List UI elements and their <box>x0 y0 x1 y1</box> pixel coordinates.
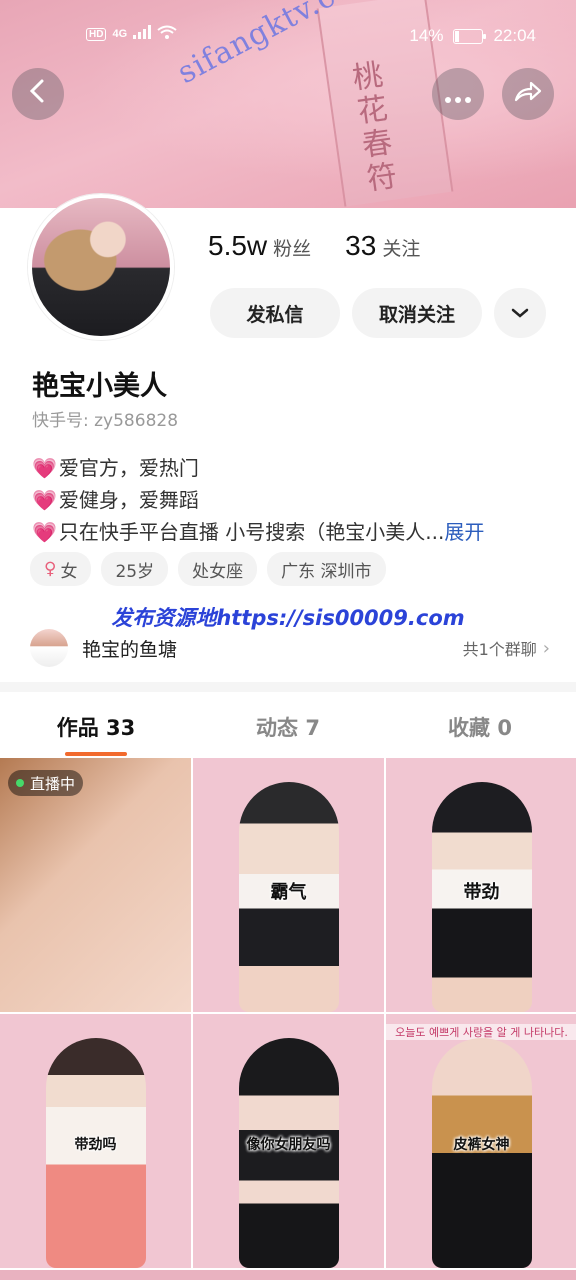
live-badge: 直播中 <box>8 770 84 796</box>
tab-label: 作品 33 <box>56 716 136 740</box>
battery-fill <box>455 30 460 42</box>
following-stat[interactable]: 33 关注 <box>345 230 420 262</box>
video-caption: 像你女朋友吗 <box>246 1137 331 1153</box>
chevron-down-icon <box>511 302 529 324</box>
following-count: 33 <box>345 230 377 261</box>
bio-line: 💗 爱健身，爱舞蹈 <box>32 484 552 516</box>
more-button[interactable] <box>432 68 484 120</box>
signal-type: 4G <box>112 28 128 40</box>
video-caption: 皮裤女神 <box>453 1137 510 1153</box>
next-row-peek <box>0 1270 576 1280</box>
video-grid: 直播中 霸气 带劲 带劲吗 像你女朋友吗 오늘도 예쁘게 사랑을 알 게 나타나… <box>0 758 576 1268</box>
video-thumb[interactable]: 带劲 <box>386 758 576 1012</box>
section-divider <box>0 682 576 692</box>
video-caption: 带劲 <box>463 882 500 903</box>
fans-label: 粉丝 <box>273 238 312 260</box>
tag-text: 女 <box>60 561 78 582</box>
group-count: 共1个群聊 › <box>463 636 550 660</box>
back-button[interactable] <box>12 68 64 120</box>
avatar[interactable] <box>28 194 174 340</box>
video-thumb[interactable]: 오늘도 예쁘게 사랑을 알 게 나타나다. 皮裤女神 <box>386 1014 576 1268</box>
clock: 22:04 <box>493 26 536 45</box>
bio-expand-link[interactable]: 展开 <box>444 516 484 548</box>
video-thumb[interactable]: 霸气 <box>193 758 384 1012</box>
tag-zodiac: 处女座 <box>178 552 258 586</box>
bio-line: 💗 爱官方，爱热门 <box>32 452 552 484</box>
tag-age: 25岁 <box>101 552 169 586</box>
tab-label: 收藏 0 <box>448 716 512 740</box>
bio-line: 💗 只在快手平台直播 小号搜索（艳宝小美人... 展开 <box>32 516 552 548</box>
kuaishou-id: 快手号: zy586828 <box>32 411 179 431</box>
heart-icon: 💗 <box>32 520 57 544</box>
following-label: 关注 <box>382 238 421 260</box>
video-thumb[interactable]: 带劲吗 <box>0 1014 191 1268</box>
tab-label: 动态 7 <box>256 716 320 740</box>
tab-underline <box>65 752 127 756</box>
tags-row: ♀ 女 25岁 处女座 广东 深圳市 <box>30 552 386 586</box>
more-dots-icon <box>444 78 472 111</box>
share-button[interactable] <box>502 68 554 120</box>
group-chat-row[interactable]: 艳宝的鱼塘 共1个群聊 › <box>30 626 550 670</box>
wifi-icon <box>157 24 177 44</box>
chevron-right-icon: › <box>542 637 550 659</box>
bio-text: 只在快手平台直播 小号搜索（艳宝小美人... <box>58 520 445 544</box>
status-bar: HD 4G 14% 22:04 <box>0 18 576 54</box>
video-caption: 带劲吗 <box>74 1137 117 1153</box>
fans-count: 5.5w <box>208 230 268 261</box>
chevron-left-icon <box>27 78 49 111</box>
tab-moments[interactable]: 动态 7 <box>192 706 384 754</box>
heart-icon: 💗 <box>32 488 57 512</box>
signal-bars-icon <box>133 24 152 44</box>
live-label: 直播中 <box>30 774 76 793</box>
more-options-button[interactable] <box>494 288 546 338</box>
hd-badge: HD <box>86 27 107 41</box>
unfollow-button[interactable]: 取消关注 <box>352 288 482 338</box>
video-caption: 霸气 <box>270 882 307 903</box>
tab-favorites[interactable]: 收藏 0 <box>384 706 576 754</box>
group-name: 艳宝的鱼塘 <box>82 638 178 661</box>
tag-location: 广东 深圳市 <box>267 552 386 586</box>
group-count-text: 共1个群聊 <box>462 640 537 659</box>
bio-text: 爱官方，爱热门 <box>58 456 199 480</box>
profile-tabs: 作品 33 动态 7 收藏 0 <box>0 706 576 756</box>
message-button[interactable]: 发私信 <box>210 288 340 338</box>
nickname: 艳宝小美人 <box>32 371 167 402</box>
video-thumb[interactable]: 像你女朋友吗 <box>193 1014 384 1268</box>
fans-stat[interactable]: 5.5w 粉丝 <box>208 230 311 262</box>
share-arrow-icon <box>513 78 543 111</box>
female-icon: ♀ <box>44 559 57 579</box>
battery-percent: 14% <box>409 26 444 45</box>
bio-text: 爱健身，爱舞蹈 <box>58 488 199 512</box>
heart-icon: 💗 <box>32 456 57 480</box>
video-thumb[interactable]: 直播中 <box>0 758 191 1012</box>
tag-gender: ♀ 女 <box>30 552 92 586</box>
battery-icon <box>453 28 487 44</box>
bio: 💗 爱官方，爱热门 💗 爱健身，爱舞蹈 💗 只在快手平台直播 小号搜索（艳宝小美人..… <box>32 452 552 548</box>
tab-works[interactable]: 作品 33 <box>0 706 192 756</box>
group-avatar <box>30 629 68 667</box>
stats-row: 5.5w 粉丝 33 关注 <box>208 230 420 262</box>
live-dot <box>16 779 24 787</box>
